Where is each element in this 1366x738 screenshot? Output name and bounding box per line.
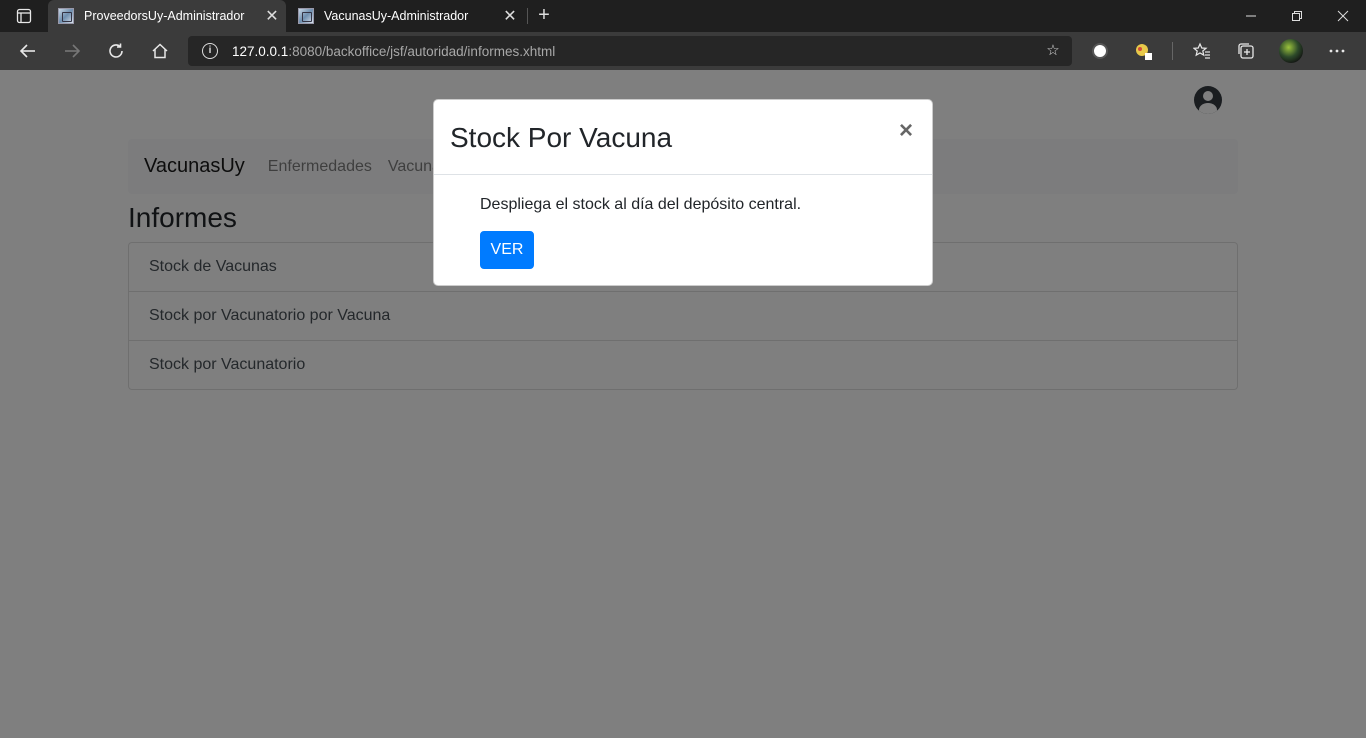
site-info-icon[interactable]: i (202, 43, 218, 59)
modal-close-icon[interactable]: × (896, 117, 916, 145)
browser-tab-bar: ProveedorsUy-Administrador ✕ VacunasUy-A… (0, 0, 1366, 32)
add-favorite-icon[interactable]: ☆ (1044, 42, 1062, 60)
ver-button[interactable]: VER (480, 231, 534, 269)
tab-separator (527, 8, 528, 24)
tab-close-icon[interactable]: ✕ (496, 6, 524, 26)
minimize-icon[interactable] (1228, 0, 1274, 32)
favorites-button[interactable] (1185, 32, 1219, 70)
site-favicon-icon (58, 8, 74, 24)
site-favicon-icon (298, 8, 314, 24)
reload-icon (109, 43, 123, 58)
profile-button[interactable] (1274, 32, 1308, 70)
home-icon (152, 43, 168, 59)
tab-vacunasuy[interactable]: VacunasUy-Administrador ✕ (288, 0, 524, 32)
address-bar[interactable]: i 127.0.0.1:8080/backoffice/jsf/autorida… (188, 36, 1072, 66)
modal-title: Stock Por Vacuna (450, 122, 673, 153)
close-window-icon[interactable] (1320, 0, 1366, 32)
restore-icon[interactable] (1274, 0, 1320, 32)
back-button[interactable] (8, 32, 48, 70)
tab-title: VacunasUy-Administrador (324, 9, 469, 23)
home-button[interactable] (140, 32, 180, 70)
reload-button[interactable] (96, 32, 136, 70)
extension-icon (1092, 43, 1108, 59)
window-controls (1228, 0, 1366, 32)
new-tab-button[interactable]: + (530, 0, 558, 32)
tab-actions-button[interactable] (0, 0, 48, 32)
stock-modal: Stock Por Vacuna × Despliega el stock al… (433, 99, 933, 286)
settings-menu-button[interactable] (1320, 32, 1354, 70)
back-arrow-icon (19, 44, 35, 58)
tab-close-icon[interactable]: ✕ (258, 6, 286, 26)
extension-button[interactable] (1083, 32, 1117, 70)
tab-proveedorsuy[interactable]: ProveedorsUy-Administrador ✕ (48, 0, 286, 32)
favorites-icon (1193, 42, 1210, 59)
url-text: 127.0.0.1:8080/backoffice/jsf/autoridad/… (232, 44, 555, 59)
forward-button[interactable] (52, 32, 92, 70)
modal-description: Despliega el stock al día del depósito c… (480, 196, 802, 213)
forward-arrow-icon (65, 44, 81, 58)
extension-button[interactable] (1127, 32, 1161, 70)
url-host: 127.0.0.1 (232, 43, 289, 59)
url-path: :8080/backoffice/jsf/autoridad/informes.… (288, 43, 556, 59)
color-extension-icon (1136, 44, 1152, 60)
more-icon (1329, 49, 1345, 53)
collections-button[interactable] (1229, 32, 1263, 70)
toolbar-separator (1172, 42, 1173, 60)
browser-toolbar: i 127.0.0.1:8080/backoffice/jsf/autorida… (0, 32, 1366, 70)
tab-title: ProveedorsUy-Administrador (84, 9, 245, 23)
profile-avatar (1279, 39, 1303, 63)
modal-header: Stock Por Vacuna × (434, 100, 932, 175)
tab-actions-icon (16, 8, 32, 24)
collections-icon (1238, 43, 1254, 59)
